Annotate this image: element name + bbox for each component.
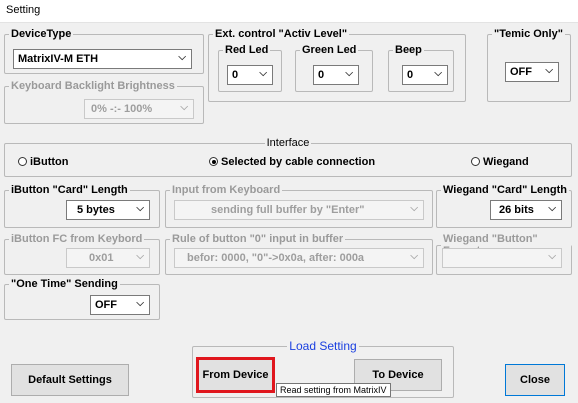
ibutton-card-length-value: 5 bytes — [77, 204, 115, 216]
from-device-label: From Device — [202, 369, 269, 381]
from-device-tooltip: Read setting from MatrixIV — [276, 383, 391, 397]
device-type-value: MatrixIV-M ETH — [18, 53, 99, 65]
keyboard-backlight-label: Keyboard Backlight Brightness — [11, 80, 175, 92]
ibutton-fc-select[interactable]: 0x01 ⌵ — [66, 248, 150, 268]
rule-button-0-select[interactable]: befor: 0000, "0"->0x0a, after: 000a ⌵ — [174, 248, 424, 268]
chevron-down-icon: ⌵ — [410, 203, 418, 214]
close-button[interactable]: Close — [505, 364, 565, 396]
radio-cable-label: Selected by cable connection — [221, 156, 376, 168]
red-led-label: Red Led — [225, 44, 269, 56]
radio-selected-icon — [209, 157, 218, 166]
from-device-button[interactable]: From Device — [196, 357, 275, 393]
ext-control-label: Ext. control "Activ Level" — [215, 28, 348, 40]
load-setting-label: Load Setting — [289, 339, 357, 353]
radio-circle-icon — [18, 157, 27, 166]
green-led-label: Green Led — [302, 44, 357, 56]
temic-only-label: "Temic Only" — [494, 28, 563, 40]
title-bar: Setting — [0, 0, 578, 23]
radio-selected-by-cable[interactable]: Selected by cable connection — [209, 156, 375, 168]
chevron-down-icon: ⌵ — [548, 251, 556, 262]
radio-wiegand[interactable]: Wiegand — [471, 156, 529, 168]
ibutton-fc-value: 0x01 — [89, 252, 114, 264]
default-settings-label: Default Settings — [28, 374, 112, 386]
default-settings-button[interactable]: Default Settings — [11, 364, 129, 396]
chevron-down-icon: ⌵ — [136, 203, 144, 214]
chevron-down-icon: ⌵ — [434, 68, 442, 79]
beep-value: 0 — [407, 69, 414, 81]
keyboard-backlight-select[interactable]: 0% -:- 100% ⌵ — [84, 99, 194, 119]
one-time-sending-value: OFF — [95, 299, 117, 311]
keyboard-backlight-value: 0% -:- 100% — [91, 103, 153, 115]
input-from-keyboard-select[interactable]: sending full buffer by "Enter" ⌵ — [174, 200, 424, 220]
chevron-down-icon: ⌵ — [345, 68, 353, 79]
radio-wiegand-label: Wiegand — [483, 156, 529, 168]
input-from-keyboard-label: Input from Keyboard — [172, 184, 281, 196]
chevron-down-icon: ⌵ — [180, 102, 188, 113]
chevron-down-icon: ⌵ — [259, 68, 267, 79]
temic-only-select[interactable]: OFF ⌵ — [505, 62, 559, 82]
chevron-down-icon: ⌵ — [548, 203, 556, 214]
beep-label: Beep — [395, 44, 422, 56]
beep-select[interactable]: 0 ⌵ — [402, 65, 448, 85]
input-from-keyboard-value: sending full buffer by "Enter" — [211, 204, 365, 216]
device-type-label: DeviceType — [11, 28, 72, 40]
wiegand-card-length-label: Wiegand "Card" Length — [443, 184, 567, 196]
interface-label: Interface — [266, 137, 310, 149]
red-led-value: 0 — [232, 69, 239, 81]
to-device-label: To Device — [372, 369, 424, 381]
chevron-down-icon: ⌵ — [136, 251, 144, 262]
chevron-down-icon: ⌵ — [178, 52, 186, 63]
temic-only-value: OFF — [510, 66, 532, 78]
one-time-sending-select[interactable]: OFF ⌵ — [90, 295, 150, 315]
green-led-select[interactable]: 0 ⌵ — [313, 65, 359, 85]
ibutton-card-length-label: iButton "Card" Length — [11, 184, 128, 196]
one-time-sending-label: "One Time" Sending — [11, 278, 118, 290]
chevron-down-icon: ⌵ — [136, 298, 144, 309]
chevron-down-icon: ⌵ — [410, 251, 418, 262]
chevron-down-icon: ⌵ — [545, 65, 553, 76]
radio-circle-icon — [471, 157, 480, 166]
wiegand-card-length-select[interactable]: 26 bits ⌵ — [490, 200, 562, 220]
window-title: Setting — [6, 4, 41, 16]
rule-button-0-value: befor: 0000, "0"->0x0a, after: 000a — [187, 252, 365, 264]
red-led-select[interactable]: 0 ⌵ — [227, 65, 273, 85]
wiegand-card-length-value: 26 bits — [499, 204, 534, 216]
ibutton-card-length-select[interactable]: 5 bytes ⌵ — [66, 200, 150, 220]
radio-ibutton-label: iButton — [30, 156, 69, 168]
radio-ibutton[interactable]: iButton — [18, 156, 68, 168]
wiegand-button-format-select[interactable]: ⌵ — [442, 248, 562, 268]
green-led-value: 0 — [318, 69, 325, 81]
ibutton-fc-label: iButton FC from Keybord — [11, 233, 143, 245]
device-type-select[interactable]: MatrixIV-M ETH ⌵ — [13, 49, 192, 69]
rule-button-0-label: Rule of button "0" input in buffer — [172, 233, 344, 245]
close-label: Close — [520, 374, 550, 386]
